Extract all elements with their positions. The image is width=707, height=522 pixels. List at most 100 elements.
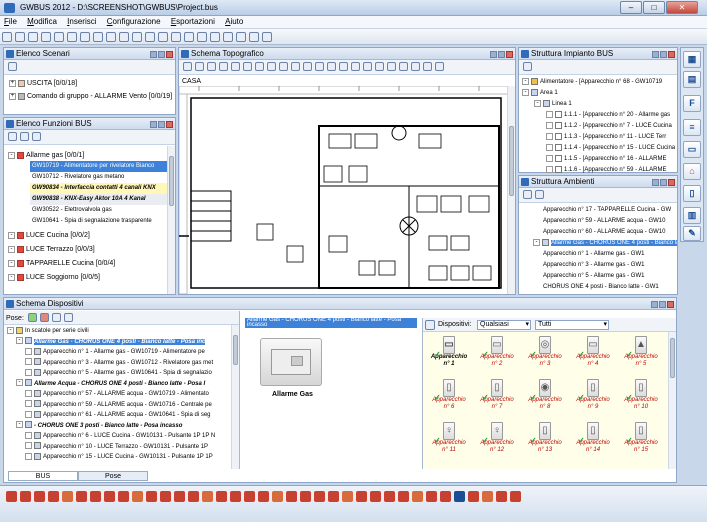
pin-icon[interactable] (660, 51, 667, 58)
fit-icon[interactable] (375, 62, 384, 71)
dock-icon[interactable] (652, 51, 659, 58)
tree-item[interactable]: Apparecchio n° 1 - Allarme gas - GW1 (519, 249, 677, 260)
function-item[interactable]: GW30522 - Elettrovalvola gas (30, 205, 168, 216)
area-icon[interactable] (207, 62, 216, 71)
scene-icon[interactable] (286, 491, 297, 502)
tree-item[interactable]: Apparecchio n° 3 - Allarme gas - GW1 (519, 260, 677, 271)
export-icon[interactable] (423, 62, 432, 71)
add-room-icon[interactable] (523, 190, 532, 199)
sun-icon[interactable] (412, 491, 423, 502)
function-item[interactable]: GW10719 - Alimentatore per rivelatore Bi… (30, 161, 168, 172)
meter-icon[interactable] (132, 491, 143, 502)
home-icon[interactable] (76, 491, 87, 502)
pin-icon[interactable] (659, 301, 666, 308)
filter-icon[interactable] (425, 320, 435, 330)
layer-icon[interactable] (231, 62, 240, 71)
excel-icon[interactable] (210, 32, 220, 42)
pose-item[interactable]: Apparecchio n° 61 - ALLARME acqua - GW10… (4, 410, 230, 421)
pin-icon[interactable] (158, 51, 165, 58)
flag-icon[interactable] (356, 491, 367, 502)
swap-icon[interactable] (327, 62, 336, 71)
tree-item[interactable]: 1.1.2 - [Apparecchio n° 7 - LUCE Cucina (519, 121, 677, 132)
alarm-icon[interactable] (118, 491, 129, 502)
rack-icon[interactable]: ▥ (683, 207, 701, 224)
wind-icon[interactable] (384, 491, 395, 502)
wizard-icon[interactable] (132, 32, 142, 42)
filter-all-select[interactable]: Tutti ▾ (535, 320, 609, 330)
device-tile[interactable]: ▭ ✓ Apparecchio n° 4 (573, 336, 613, 376)
function-item[interactable]: GW90838 - KNX-Easy Aktor 10A 4 Kanal (30, 194, 168, 205)
menu-configurazione[interactable]: Configurazione (103, 16, 165, 27)
floorplan-canvas[interactable] (179, 86, 515, 294)
zoom-out-icon[interactable] (363, 62, 372, 71)
tab-pose[interactable]: Pose (78, 471, 148, 481)
layout-icon[interactable]: ▤ (683, 71, 701, 88)
add-icon[interactable] (28, 313, 38, 322)
tree-item[interactable]: Apparecchio n° 5 - Allarme gas - GW1 (519, 271, 677, 282)
device-tile[interactable]: ◉ ✓ Apparecchio n° 8 (525, 379, 565, 419)
close-button[interactable]: ✕ (666, 1, 698, 14)
menu-esportazioni[interactable]: Esportazioni (167, 16, 219, 27)
save-icon[interactable] (28, 32, 38, 42)
tree-item[interactable]: Apparecchio n° 17 - TAPPARELLE Cucina - … (519, 205, 677, 216)
delete-icon[interactable] (40, 313, 50, 322)
folder-icon[interactable] (106, 32, 116, 42)
close-icon[interactable] (166, 51, 173, 58)
close-icon[interactable] (668, 179, 675, 186)
menu-modifica[interactable]: Modifica (23, 16, 61, 27)
list-item[interactable]: + Comando di gruppo - ALLARME Vento [0/0/… (4, 91, 175, 102)
scrollbar[interactable] (167, 146, 175, 294)
device-tile[interactable]: ▲ ✓ Apparecchio n° 5 (621, 336, 661, 376)
zoom-icon[interactable] (387, 62, 396, 71)
grid-icon[interactable] (184, 32, 194, 42)
menu-inserisci[interactable]: Inserisci (63, 16, 100, 27)
pose-item[interactable]: - Allarme Gas - CHORUS ONE 4 posti - Bian… (4, 337, 230, 348)
arrow-icon[interactable] (48, 491, 59, 502)
tree-item[interactable]: 1.1.4 - [Apparecchio n° 15 - LUCE Cucina (519, 143, 677, 154)
close-icon[interactable] (166, 121, 173, 128)
pin-icon[interactable] (498, 51, 505, 58)
relay-icon[interactable] (482, 491, 493, 502)
close-icon[interactable] (668, 51, 675, 58)
function-item[interactable]: - Allarme gas [0/0/1] (4, 150, 175, 161)
home-icon[interactable]: ⌂ (683, 163, 701, 180)
close-icon[interactable] (506, 51, 513, 58)
gate-icon[interactable] (342, 491, 353, 502)
copy-icon[interactable] (291, 62, 300, 71)
clock-icon[interactable] (496, 491, 507, 502)
delete-icon[interactable] (315, 62, 324, 71)
trash-icon[interactable] (219, 62, 228, 71)
music-icon[interactable] (426, 491, 437, 502)
sensor-icon[interactable] (146, 491, 157, 502)
document-icon[interactable] (145, 32, 155, 42)
device-tile[interactable]: ▭ ✓ Apparecchio n° 2 (477, 336, 517, 376)
list-item[interactable]: + USCITA [0/0/18] (4, 78, 175, 89)
function-f-icon[interactable] (8, 132, 17, 141)
thermo-icon[interactable] (272, 491, 283, 502)
menu-file[interactable]: File (0, 16, 21, 27)
text-icon[interactable] (435, 62, 444, 71)
device-tile[interactable]: ▯ ✓ Apparecchio n° 15 (621, 422, 661, 462)
bell-icon[interactable] (188, 491, 199, 502)
device-tile[interactable]: ▭ ✓ Apparecchio n° 1 (429, 336, 469, 376)
copy-icon[interactable] (67, 32, 77, 42)
paste-icon[interactable] (80, 32, 90, 42)
red-icon[interactable] (104, 491, 115, 502)
dock-icon[interactable] (652, 179, 659, 186)
line-icon[interactable] (255, 62, 264, 71)
valve-icon[interactable] (216, 491, 227, 502)
pin-icon[interactable] (660, 179, 667, 186)
tree-item[interactable]: 1.1.3 - [Apparecchio n° 11 - LUCE Terr (519, 132, 677, 143)
motion-icon[interactable] (510, 491, 521, 502)
refresh-icon[interactable] (523, 62, 532, 71)
plug-icon[interactable] (174, 491, 185, 502)
pose-item[interactable]: - In scatole per serie civili (4, 326, 230, 337)
minimize-button[interactable]: – (620, 1, 642, 14)
hanger-icon[interactable] (90, 491, 101, 502)
pose-item[interactable]: -- CHORUS ONE 3 posti - Bianco latte - P… (4, 421, 230, 432)
dock-icon[interactable] (651, 301, 658, 308)
pose-item[interactable]: Apparecchio n° 15 - LUCE Cucina - GW1013… (4, 452, 230, 463)
rain-icon[interactable] (398, 491, 409, 502)
tree-item[interactable]: 1.1.1 - [Apparecchio n° 20 - Allarme gas (519, 110, 677, 121)
tree-item[interactable]: - Area 1 (519, 88, 677, 99)
